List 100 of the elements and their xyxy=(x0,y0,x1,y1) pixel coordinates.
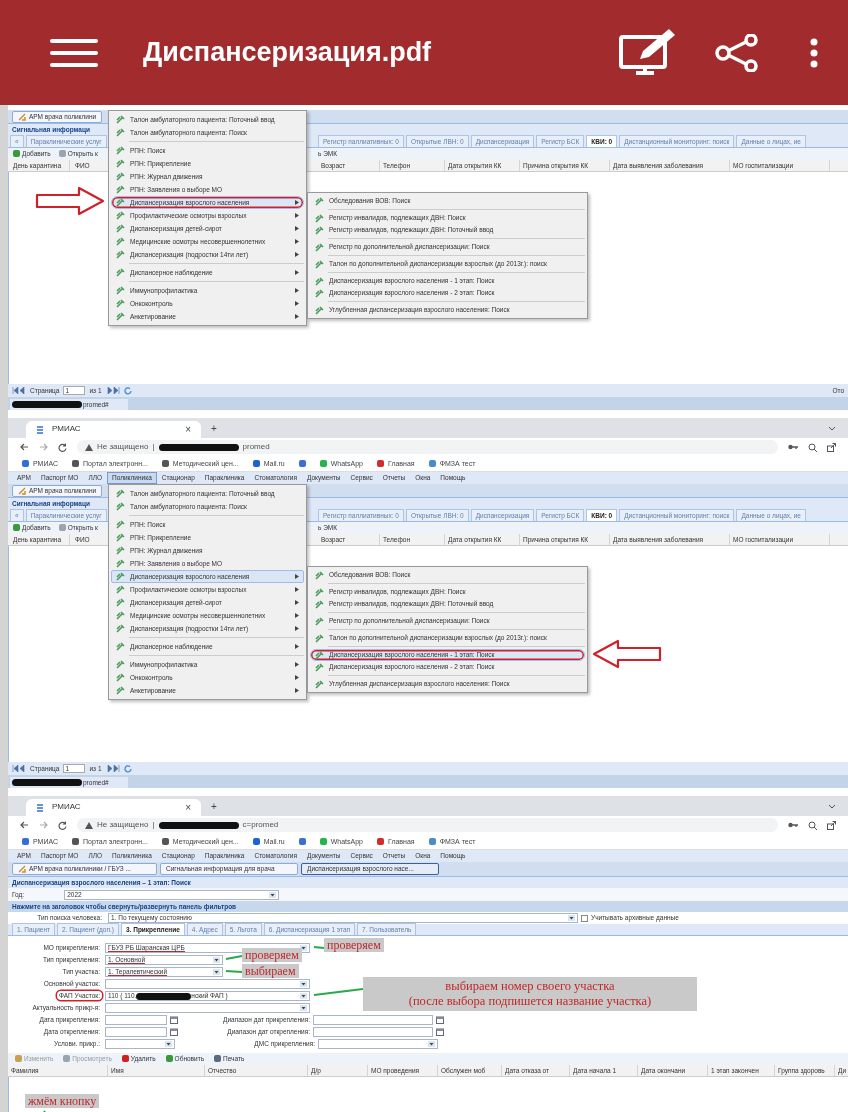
wrench-icon xyxy=(116,198,125,207)
chevron-icon[interactable] xyxy=(828,804,836,810)
next-last-page-icon[interactable] xyxy=(105,765,120,772)
wrench-icon xyxy=(116,489,125,498)
annotation-note: выбираем номер своего участка (после выбора подпишется название участка) xyxy=(363,977,697,1011)
first-prev-page-icon[interactable] xyxy=(12,387,26,394)
wrench-icon xyxy=(116,146,125,155)
back-arrow-icon[interactable] xyxy=(20,821,29,829)
wrench-icon xyxy=(116,250,125,259)
date-field[interactable] xyxy=(313,1027,433,1037)
key-icon[interactable] xyxy=(788,444,798,450)
wrench-icon xyxy=(315,662,324,672)
pin-icon xyxy=(18,865,26,873)
wrench-icon xyxy=(116,159,125,168)
address-bar[interactable]: Не защищено | promed xyxy=(77,440,778,454)
chevron-icon[interactable] xyxy=(828,426,836,432)
address-bar[interactable]: Не защищено | c=promed xyxy=(77,818,778,832)
date-field[interactable] xyxy=(105,1015,167,1025)
combo-field[interactable] xyxy=(318,1039,438,1049)
dropdown-arrow-icon[interactable] xyxy=(568,915,575,921)
calendar-icon[interactable] xyxy=(436,1028,444,1036)
close-button[interactable]: × xyxy=(185,424,191,435)
leader-line xyxy=(226,954,242,961)
wrench-icon xyxy=(116,572,125,581)
pen-on-screen-icon[interactable] xyxy=(618,28,676,77)
warning-icon xyxy=(85,821,93,829)
dropdown-arrow-icon[interactable] xyxy=(300,1005,307,1011)
pointer-arrow xyxy=(35,186,105,216)
menu-icon[interactable] xyxy=(50,37,98,68)
dropdown-arrow-icon[interactable] xyxy=(428,1041,435,1047)
new-tab-button[interactable]: + xyxy=(211,424,217,434)
dropdown-arrow-icon[interactable] xyxy=(300,981,307,987)
annotation-label: выбираем xyxy=(242,964,299,978)
wrench-icon xyxy=(116,286,125,295)
date-field[interactable] xyxy=(313,1015,433,1025)
wrench-icon xyxy=(116,172,125,181)
refresh-icon[interactable] xyxy=(123,386,132,395)
zoom-icon[interactable] xyxy=(808,820,817,830)
wrench-icon xyxy=(116,660,125,669)
leader-line xyxy=(314,987,363,997)
stripes-icon xyxy=(36,425,44,434)
reload-icon[interactable] xyxy=(58,820,67,830)
calendar-icon[interactable] xyxy=(170,1028,178,1036)
wrench-icon xyxy=(116,673,125,682)
dropdown-arrow-icon[interactable] xyxy=(300,993,307,999)
wrench-icon xyxy=(116,312,125,321)
back-arrow-icon[interactable] xyxy=(20,443,29,451)
wrench-icon xyxy=(315,679,324,689)
dropdown-arrow-icon[interactable] xyxy=(213,957,220,963)
bookmark-icon[interactable] xyxy=(298,460,306,467)
wrench-icon xyxy=(315,633,324,643)
checkbox[interactable] xyxy=(581,914,588,922)
date-field[interactable] xyxy=(105,1027,167,1037)
wrench-icon xyxy=(116,502,125,511)
share-icon[interactable] xyxy=(714,33,760,72)
browser-tab[interactable]: РМИАС × xyxy=(26,421,201,438)
more-icon[interactable] xyxy=(810,37,818,68)
reload-icon[interactable] xyxy=(58,442,67,452)
wrench-icon xyxy=(315,242,324,252)
refresh-icon[interactable] xyxy=(123,764,132,773)
combo-field[interactable] xyxy=(105,1003,310,1013)
close-button[interactable]: × xyxy=(185,802,191,813)
dropdown-arrow-icon[interactable] xyxy=(213,969,220,975)
zoom-icon[interactable] xyxy=(808,442,817,452)
share-icon[interactable] xyxy=(827,442,836,452)
new-tab-button[interactable]: + xyxy=(211,802,217,812)
calendar-icon[interactable] xyxy=(436,1016,444,1024)
first-prev-page-icon[interactable] xyxy=(12,765,26,772)
document-title: Диспансеризация.pdf xyxy=(143,36,432,70)
pin-icon xyxy=(18,112,26,121)
wrench-icon xyxy=(116,611,125,620)
wrench-icon xyxy=(315,587,324,597)
wrench-icon xyxy=(116,128,125,137)
warning-icon xyxy=(85,443,93,451)
calendar-icon[interactable] xyxy=(170,1016,178,1024)
wrench-icon xyxy=(116,520,125,529)
wrench-icon xyxy=(315,616,324,626)
wrench-icon xyxy=(315,570,324,580)
bookmark-icon[interactable] xyxy=(298,838,306,845)
share-icon[interactable] xyxy=(827,820,836,830)
key-icon[interactable] xyxy=(788,822,798,828)
leader-line xyxy=(314,945,324,950)
wrench-icon xyxy=(315,225,324,235)
redaction-mark xyxy=(12,779,82,786)
browser-tab[interactable]: РМИАС × xyxy=(26,799,201,816)
dropdown-arrow-icon[interactable] xyxy=(269,891,277,898)
wrench-icon xyxy=(116,185,125,194)
combo-field[interactable] xyxy=(105,1039,175,1049)
stripes-icon xyxy=(36,803,44,812)
wrench-icon xyxy=(315,650,324,660)
wrench-icon xyxy=(116,624,125,633)
redaction-mark xyxy=(136,992,192,1000)
wrench-icon xyxy=(116,546,125,555)
wrench-icon xyxy=(116,533,125,542)
redaction-mark xyxy=(12,401,82,408)
pin-icon xyxy=(18,486,26,495)
dropdown-arrow-icon[interactable] xyxy=(165,1041,172,1047)
wrench-icon xyxy=(315,288,324,298)
next-last-page-icon[interactable] xyxy=(105,387,120,394)
combo-field[interactable] xyxy=(105,979,310,989)
